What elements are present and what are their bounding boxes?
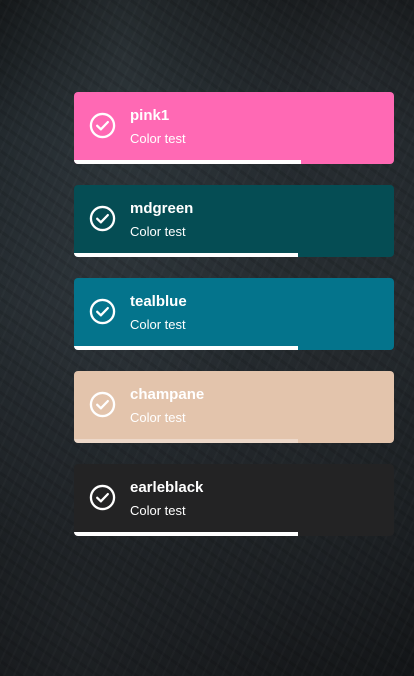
toast-title: pink1 xyxy=(130,107,170,124)
check-circle-icon xyxy=(89,484,116,511)
check-circle-icon xyxy=(89,391,116,418)
toast-title: mdgreen xyxy=(130,200,194,217)
toast-progress-bar xyxy=(74,253,298,257)
toast-pink1[interactable]: pink1 Color test xyxy=(74,92,394,164)
toast-progress-bar xyxy=(74,439,298,443)
toast-title: tealblue xyxy=(130,293,187,310)
toast-list: pink1 Color test mdgreen Color test teal… xyxy=(74,92,394,557)
toast-message: Color test xyxy=(130,410,186,425)
toast-message: Color test xyxy=(130,503,186,518)
toast-champane[interactable]: champane Color test xyxy=(74,371,394,443)
toast-message: Color test xyxy=(130,131,186,146)
toast-progress-bar xyxy=(74,160,302,164)
toast-progress-bar xyxy=(74,346,298,350)
toast-mdgreen[interactable]: mdgreen Color test xyxy=(74,185,394,257)
check-circle-icon xyxy=(89,112,116,139)
toast-message: Color test xyxy=(130,317,186,332)
check-circle-icon xyxy=(89,298,116,325)
toast-earleblack[interactable]: earleblack Color test xyxy=(74,464,394,536)
toast-tealblue[interactable]: tealblue Color test xyxy=(74,278,394,350)
toast-message: Color test xyxy=(130,224,186,239)
toast-title: earleblack xyxy=(130,479,204,496)
toast-title: champane xyxy=(130,386,205,403)
toast-progress-bar xyxy=(74,532,298,536)
check-circle-icon xyxy=(89,205,116,232)
